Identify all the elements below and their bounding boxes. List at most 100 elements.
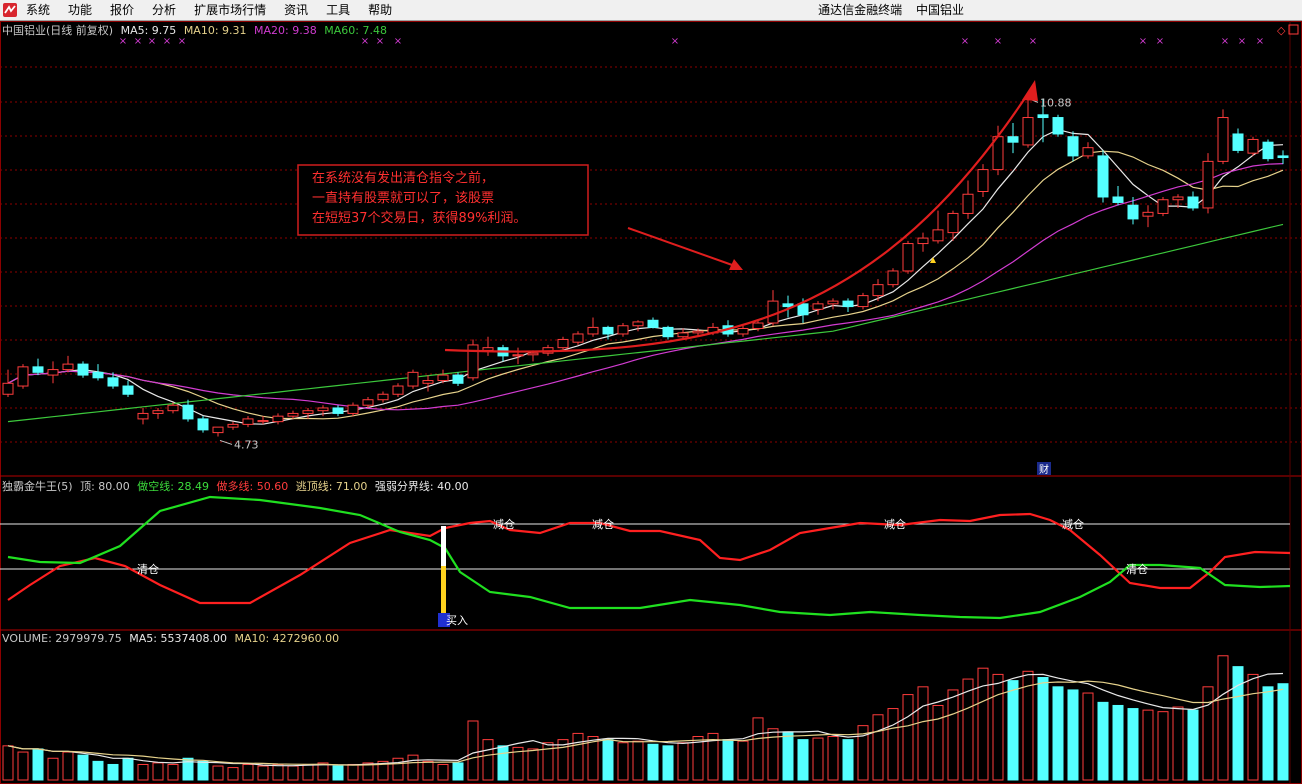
annotation-text-2: 一直持有股票就可以了，该股票: [312, 191, 494, 206]
buy-signal-bar-white: [441, 526, 446, 566]
reduce-signal-label: 减仓: [1062, 517, 1084, 531]
candle-body: [1187, 196, 1199, 209]
menu-bar: 系统 功能 报价 分析 扩展市场行情 资讯 工具 帮助 通达信金融终端 中国铝业: [0, 0, 1302, 21]
volume-bar: [242, 763, 254, 781]
volume-bar: [1022, 670, 1034, 781]
signal-marker: ×: [134, 36, 142, 47]
app-title: 通达信金融终端: [818, 3, 903, 17]
volume-bar: [272, 763, 284, 781]
long-line: [7, 512, 1291, 605]
candle-body: [1067, 136, 1079, 157]
candle-body: [32, 366, 44, 373]
volume-bar: [812, 737, 824, 781]
signal-marker: ×: [1156, 36, 1164, 47]
volume-bar: [1217, 655, 1229, 781]
signal-marker: ×: [178, 36, 186, 47]
volume-bar: [872, 714, 884, 781]
volume-bars: [2, 655, 1289, 781]
signal-marker: ×: [1029, 36, 1037, 47]
volume-bar: [842, 739, 854, 781]
title-area: 通达信金融终端 中国铝业: [808, 0, 964, 20]
volume-bar: [1127, 708, 1139, 781]
candle-body: [212, 426, 224, 434]
volume-bar: [737, 740, 749, 781]
trend-arc-arrowhead: [1022, 80, 1038, 101]
volume-bar: [437, 763, 449, 781]
candle-body: [527, 352, 539, 356]
candle-body: [932, 229, 944, 242]
menu-item-extended-market[interactable]: 扩展市场行情: [194, 0, 266, 20]
menu-item-news[interactable]: 资讯: [284, 0, 308, 20]
volume-bar: [347, 763, 359, 781]
volume-bar: [227, 767, 239, 781]
candle-body: [1127, 204, 1139, 220]
candle-body: [827, 300, 839, 305]
volume-bar: [317, 762, 329, 781]
volume-bar: [617, 742, 629, 781]
candle-body: [1052, 117, 1064, 135]
candle-body: [902, 243, 914, 272]
candle-body: [77, 363, 89, 376]
candle-body: [947, 212, 959, 234]
kline-chart[interactable]: 买入 减仓 减仓 减仓 减仓清仓 清仓 10.88 4.73 × × × × × × × × × × × × × × × ×…: [0, 21, 1302, 784]
volume-bar: [662, 745, 674, 781]
signal-marker: ×: [119, 36, 127, 47]
menu-item-analysis[interactable]: 分析: [152, 0, 176, 20]
menu-item-function[interactable]: 功能: [68, 0, 92, 20]
moving-average-lines: [7, 128, 1284, 425]
volume-bar: [422, 760, 434, 781]
candle-body: [362, 399, 374, 406]
volume-bar: [1172, 706, 1184, 781]
candle-body: [422, 380, 434, 384]
candle-body: [1157, 199, 1169, 214]
candle-body: [677, 332, 689, 338]
candle-body: [917, 237, 929, 245]
volume-bar: [1142, 709, 1154, 781]
candle-body: [17, 366, 29, 387]
candle-body: [452, 374, 464, 384]
candle-body: [182, 404, 194, 420]
ma5-line: [7, 128, 1284, 425]
volume-bar: [557, 739, 569, 781]
candle-body: [557, 338, 569, 349]
volume-bar: [1067, 689, 1079, 781]
signal-marker: ×: [671, 36, 679, 47]
price-grid: [0, 21, 1302, 784]
candle-body: [1112, 196, 1124, 203]
candle-body: [332, 407, 344, 414]
volume-bar: [602, 739, 614, 781]
short-line: [7, 495, 1291, 620]
menu-item-tools[interactable]: 工具: [326, 0, 350, 20]
volume-bar: [212, 765, 224, 781]
volume-bar: [1037, 677, 1049, 781]
volume-bar: [1277, 683, 1289, 781]
buy-signal-bar-yellow: [441, 566, 446, 614]
candle-body: [962, 193, 974, 214]
candle-body: [1097, 155, 1109, 198]
volume-bar: [287, 765, 299, 781]
candle-body: [1007, 136, 1019, 143]
volume-bar: [302, 763, 314, 781]
low-price-label: 4.73: [234, 438, 259, 451]
clear-signal-label: 清仓: [1126, 562, 1148, 576]
candle-body: [1217, 117, 1229, 162]
volume-bar: [17, 751, 29, 781]
menu-item-system[interactable]: 系统: [26, 0, 50, 20]
volume-bar: [1202, 686, 1214, 781]
candle-body: [1037, 114, 1049, 119]
volume-bar: [782, 731, 794, 781]
high-price-label: 10.88: [1040, 96, 1072, 109]
ma10-line: [7, 150, 1284, 420]
corner-diamond-icon: ◇: [1277, 24, 1286, 37]
menu-item-help[interactable]: 帮助: [368, 0, 392, 20]
candle-body: [302, 410, 314, 414]
menu-item-quote[interactable]: 报价: [110, 0, 134, 20]
candle-body: [737, 327, 749, 335]
volume-bar: [527, 748, 539, 781]
main-menu: 系统 功能 报价 分析 扩展市场行情 资讯 工具 帮助: [26, 0, 410, 20]
volume-bar: [1052, 686, 1064, 781]
candle-body: [977, 169, 989, 193]
reduce-signal-label: 减仓: [884, 517, 906, 531]
candle-body: [47, 369, 59, 376]
price-candles: [2, 98, 1289, 437]
